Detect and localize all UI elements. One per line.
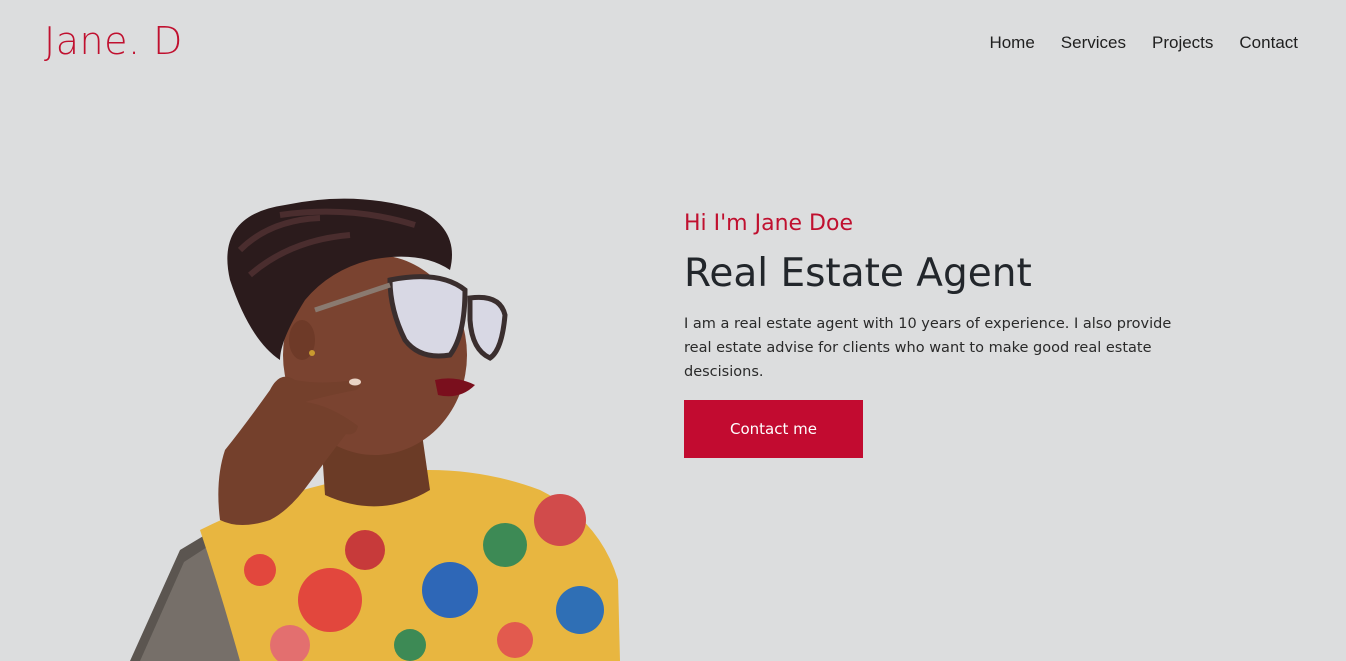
hero-text-block: Hi I'm Jane Doe Real Estate Agent I am a… [684, 210, 1204, 458]
nav-link-contact[interactable]: Contact [1239, 32, 1298, 54]
hero-description: I am a real estate agent with 10 years o… [684, 316, 1172, 380]
nav-link-services[interactable]: Services [1061, 32, 1126, 54]
nav-link-projects[interactable]: Projects [1152, 32, 1213, 54]
nav-link-home[interactable]: Home [989, 32, 1034, 54]
hero-greeting: Hi I'm Jane Doe [684, 211, 853, 236]
hero-title: Real Estate Agent [684, 251, 1032, 296]
contact-me-button[interactable]: Contact me [684, 400, 863, 458]
site-logo[interactable]: Jane. D [44, 18, 183, 64]
hero-portrait-image [130, 198, 620, 661]
main-nav: Home Services Projects Contact [989, 32, 1298, 54]
